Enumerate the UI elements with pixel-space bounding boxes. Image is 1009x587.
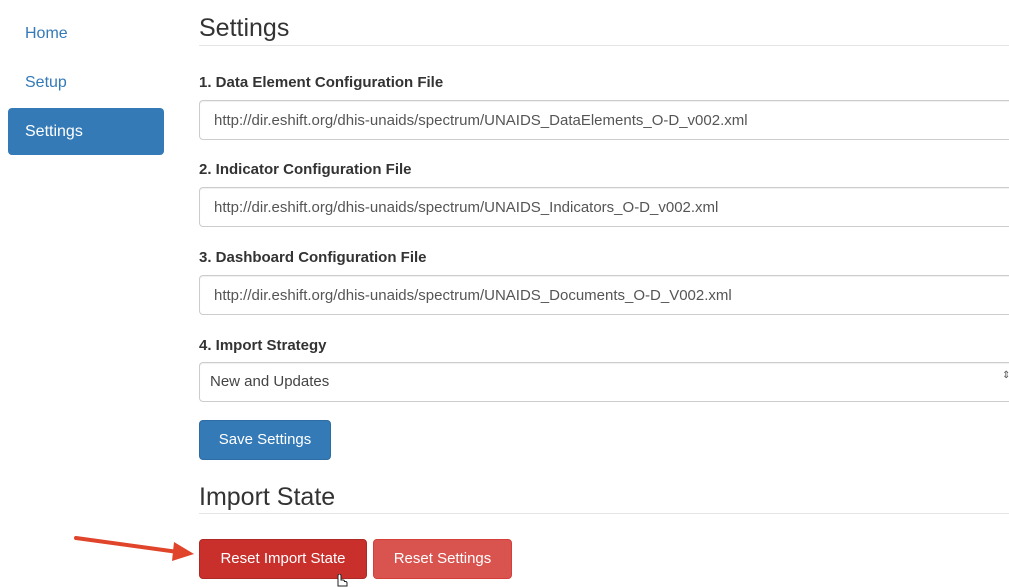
reset-settings-button[interactable]: Reset Settings — [373, 539, 512, 579]
sidebar-item-home[interactable]: Home — [8, 10, 164, 57]
annotation-arrow-icon — [74, 536, 194, 561]
select-arrows-icon: ⇕ — [1002, 370, 1009, 381]
dashboard-config-input[interactable] — [199, 275, 1009, 315]
settings-title: Settings — [199, 14, 290, 42]
hand-cursor-icon — [337, 574, 348, 587]
indicator-config-label: 2. Indicator Configuration File — [199, 161, 412, 178]
sidebar-item-settings[interactable]: Settings — [8, 108, 164, 155]
sidebar-nav: Home Setup Settings — [8, 10, 164, 157]
import-strategy-label: 4. Import Strategy — [199, 337, 327, 354]
settings-divider — [199, 45, 1009, 46]
save-settings-button[interactable]: Save Settings — [199, 420, 331, 460]
import-state-divider — [199, 513, 1009, 514]
data-element-config-input[interactable] — [199, 100, 1009, 140]
import-strategy-select[interactable]: New and Updates ⇕ — [199, 362, 1009, 402]
data-element-config-label: 1. Data Element Configuration File — [199, 74, 444, 91]
sidebar-item-setup[interactable]: Setup — [8, 59, 164, 106]
dashboard-config-label: 3. Dashboard Configuration File — [199, 249, 427, 266]
reset-import-state-button[interactable]: Reset Import State — [199, 539, 367, 579]
import-strategy-value: New and Updates — [210, 373, 330, 390]
indicator-config-input[interactable] — [199, 187, 1009, 227]
import-state-title: Import State — [199, 483, 336, 511]
